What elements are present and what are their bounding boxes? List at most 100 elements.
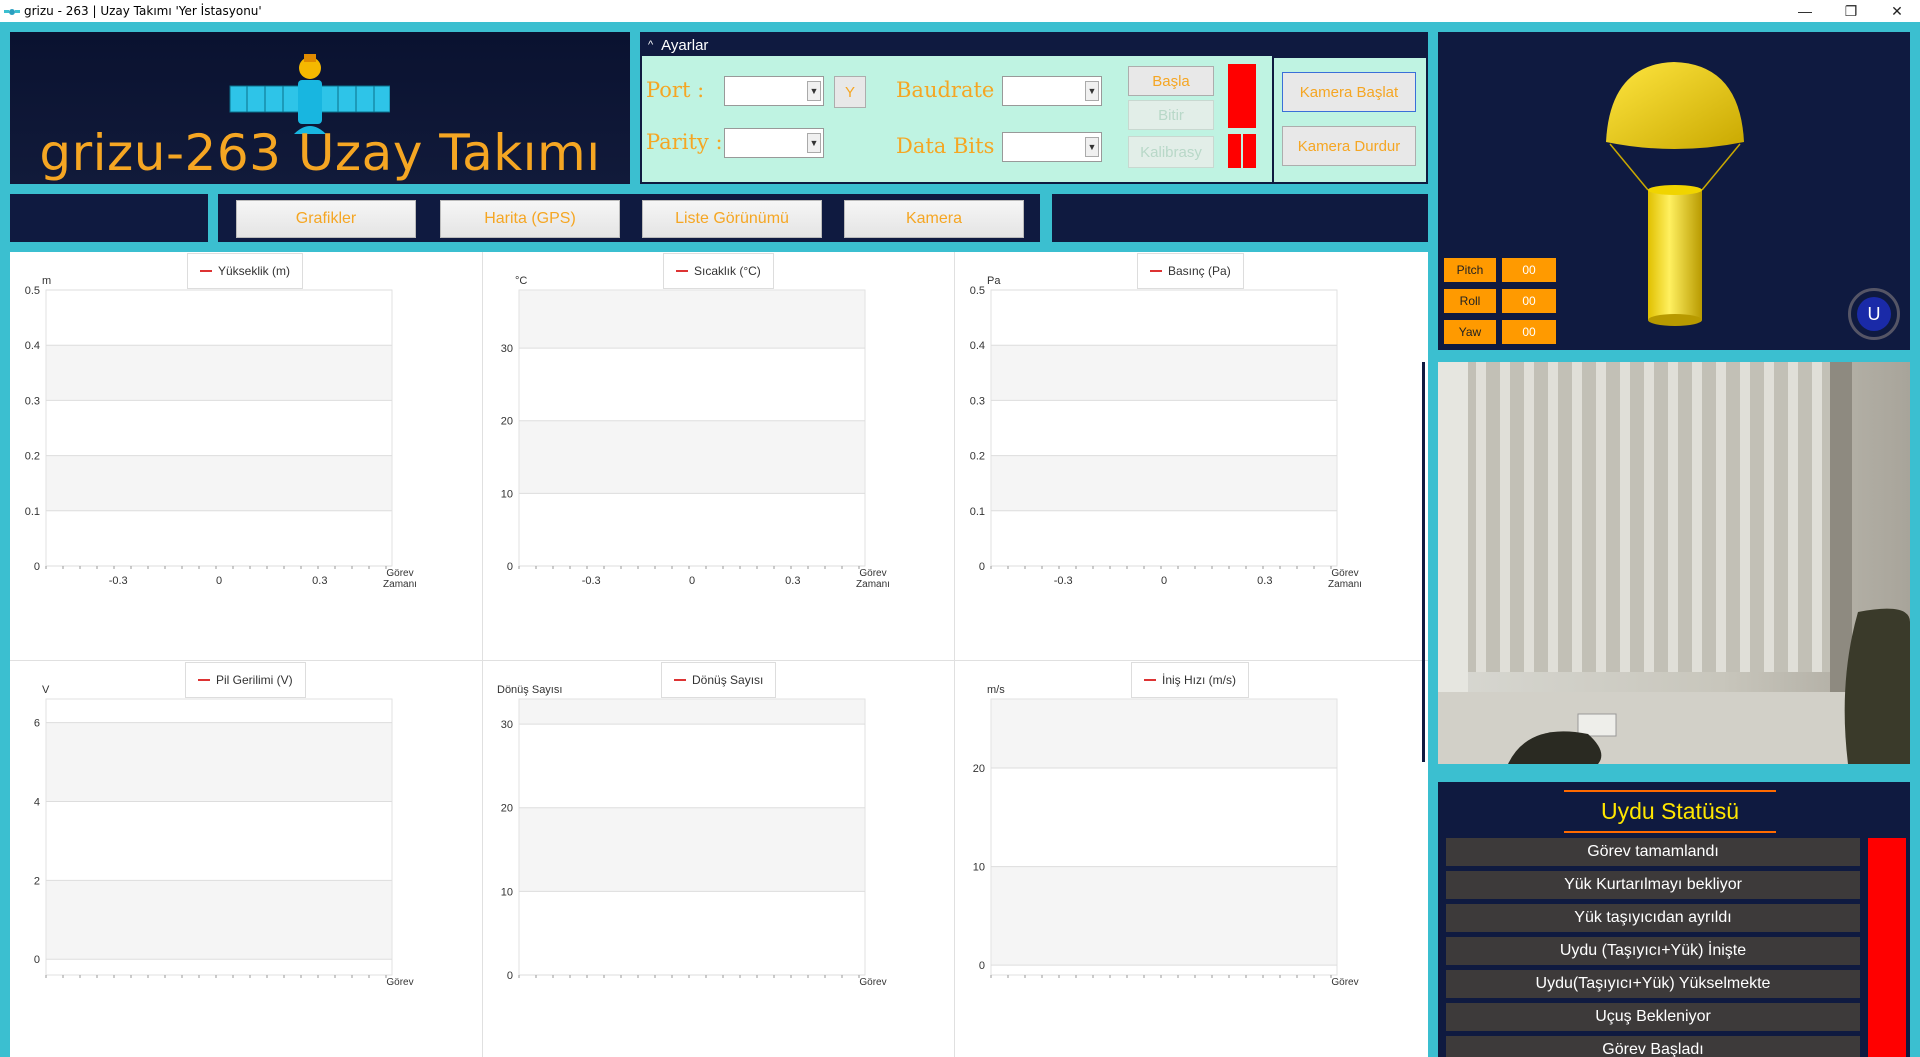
chart-legend: Basınç (Pa) (1137, 253, 1244, 289)
baudrate-select[interactable]: ▼ (1002, 76, 1102, 106)
indicator-right (1243, 134, 1256, 168)
chevron-down-icon[interactable]: ▼ (1085, 137, 1099, 157)
x-tick-label: -0.3 (109, 575, 128, 587)
chevron-down-icon[interactable]: ▼ (807, 133, 821, 153)
chart-band (46, 880, 392, 960)
legend-swatch (674, 679, 686, 681)
x-axis-label: Görev (1331, 977, 1358, 988)
chevron-down-icon[interactable]: ▼ (1085, 81, 1099, 101)
x-tick-label: 0.3 (1257, 575, 1272, 587)
chart-band (46, 400, 392, 456)
chart-legend: Dönüş Sayısı (661, 662, 777, 698)
y-tick-label: 10 (501, 886, 513, 898)
satellite-status-panel: Uydu Statüsü Görev tamamlandı Yük Kurtar… (1438, 782, 1910, 1057)
parity-label: Parity : (646, 130, 723, 154)
camera-start-button[interactable]: Kamera Başlat (1282, 72, 1416, 112)
chart-band (991, 510, 1337, 566)
x-axis-label: Görev (386, 568, 413, 579)
y-tick-label: 0 (34, 561, 40, 573)
chart-band (46, 510, 392, 566)
chart-legend: Sıcaklık (°C) (663, 253, 774, 289)
port-select[interactable]: ▼ (724, 76, 824, 106)
chart-band (519, 420, 865, 494)
chart-band (991, 965, 1337, 975)
chart-band (46, 699, 392, 723)
pitch-label: Pitch (1444, 258, 1496, 282)
y-tick-label: 20 (501, 803, 513, 815)
legend-label: Yükseklik (m) (218, 264, 291, 278)
chart-band (991, 345, 1337, 401)
chart-band (991, 400, 1337, 456)
minimize-button[interactable]: — (1782, 0, 1828, 22)
x-axis-label: Görev (1331, 568, 1358, 579)
x-axis-label: Zamanı (856, 579, 890, 590)
databits-select[interactable]: ▼ (1002, 132, 1102, 162)
tab-map-gps[interactable]: Harita (GPS) (440, 200, 620, 238)
chart-band (46, 345, 392, 401)
y-tick-label: 0.4 (970, 340, 985, 352)
tab-list-view[interactable]: Liste Görünümü (642, 200, 822, 238)
chevron-up-icon[interactable]: ^ (648, 39, 653, 51)
legend-swatch (1144, 679, 1156, 681)
y-tick-label: 0.1 (25, 506, 40, 518)
stop-button[interactable]: Bitir (1128, 100, 1214, 130)
status-item: Görev Başladı (1446, 1036, 1860, 1057)
y-tick-label: 10 (501, 488, 513, 500)
chevron-down-icon[interactable]: ▼ (807, 81, 821, 101)
x-axis-label: Zamanı (1328, 579, 1362, 590)
x-tick-label: 0 (1161, 575, 1167, 587)
camera-stop-button[interactable]: Kamera Durdur (1282, 126, 1416, 166)
y-axis-label: m (42, 275, 51, 287)
chart-band (991, 699, 1337, 768)
chart-legend: İniş Hızı (m/s) (1131, 662, 1249, 698)
team-name: grizu-263 Uzay Takımı (39, 124, 601, 182)
x-axis-label: Zamanı (383, 579, 417, 590)
charts-area: 0 0.1 0.2 0.3 0.4 0.5 -0.3 0 0.3 m Görev Zamanı Yüks… (10, 252, 1428, 1057)
battery-voltage-chart: 0 2 4 6 V Görev Pil Gerilimi (V) (10, 661, 480, 1057)
y-axis-label: Pa (987, 275, 1001, 287)
x-axis-label: Görev (859, 568, 886, 579)
settings-header[interactable]: ^ Ayarlar (642, 34, 1426, 56)
baudrate-label: Baudrate : (896, 78, 1009, 102)
y-tick-label: 0.3 (25, 395, 40, 407)
legend-swatch (200, 270, 212, 272)
chart-svg: 0 10 20 30 Dönüş Sayısı Görev (497, 684, 887, 988)
chart-band (519, 493, 865, 566)
y-axis-label: m/s (987, 684, 1005, 696)
start-button[interactable]: Başla (1128, 66, 1214, 96)
y-axis-label: V (42, 684, 50, 696)
restore-button[interactable]: ❐ (1828, 0, 1874, 22)
x-axis-label: Görev (859, 977, 886, 988)
y-tick-label: 0.4 (25, 340, 40, 352)
descent-speed-chart: 0 10 20 m/s Görev İniş Hızı (m/s) (955, 661, 1425, 1057)
orientation-badge: U (1848, 288, 1900, 340)
calibrate-button[interactable]: Kalibrasy (1128, 136, 1214, 168)
status-item: Uydu (Taşıyıcı+Yük) İnişte (1446, 937, 1860, 965)
logo-panel: grizu-263 Uzay Takımı (10, 32, 630, 184)
y-tick-label: 30 (501, 719, 513, 731)
satellite-app-icon (4, 5, 20, 17)
yaw-row: Yaw 00 (1444, 320, 1556, 344)
databits-label: Data Bits : (896, 134, 1009, 158)
legend-label: İniş Hızı (m/s) (1162, 673, 1236, 687)
y-tick-label: 10 (973, 862, 985, 874)
close-button[interactable]: ✕ (1874, 0, 1920, 22)
parity-select[interactable]: ▼ (724, 128, 824, 158)
tab-charts[interactable]: Grafikler (236, 200, 416, 238)
settings-title: Ayarlar (661, 36, 709, 54)
altitude-chart: 0 0.1 0.2 0.3 0.4 0.5 -0.3 0 0.3 m Görev Zamanı Yüks… (10, 252, 480, 662)
status-item: Yük taşıyıcıdan ayrıldı (1446, 904, 1860, 932)
tab-camera[interactable]: Kamera (844, 200, 1024, 238)
status-progress-bar (1868, 838, 1906, 1057)
port-label: Port : (646, 78, 705, 102)
nav-tabs: Grafikler Harita (GPS) Liste Görünümü Ka… (218, 194, 1040, 242)
chart-band (46, 455, 392, 511)
roll-value: 00 (1502, 289, 1556, 313)
y-tick-label: 0 (34, 954, 40, 966)
legend-swatch (198, 679, 210, 681)
y-tick-label: 0.2 (970, 451, 985, 463)
refresh-ports-button[interactable]: Y (834, 76, 866, 108)
roll-row: Roll 00 (1444, 289, 1556, 313)
y-tick-label: 20 (973, 763, 985, 775)
chart-band (991, 455, 1337, 511)
